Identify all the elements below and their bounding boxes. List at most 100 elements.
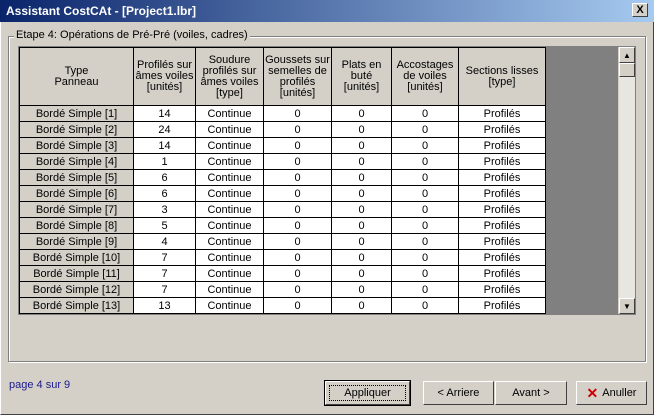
table-cell[interactable]: 0	[263, 121, 332, 138]
table-cell[interactable]: 0	[391, 153, 459, 170]
table-cell[interactable]: 24	[133, 121, 196, 138]
table-cell[interactable]: 0	[331, 185, 392, 202]
table-cell[interactable]: Continue	[195, 121, 264, 138]
table-cell[interactable]: 0	[331, 281, 392, 298]
table-cell[interactable]: 7	[133, 249, 196, 266]
table-row[interactable]: Bordé Simple [5] 6 Continue 0 0 0 Profilés	[19, 169, 546, 186]
table-cell[interactable]: 0	[391, 249, 459, 266]
table-cell[interactable]: 1	[133, 153, 196, 170]
scroll-thumb[interactable]	[619, 63, 635, 77]
table-cell[interactable]: Continue	[195, 201, 264, 218]
table-cell[interactable]: Profilés	[458, 249, 546, 266]
table-row[interactable]: Bordé Simple [12] 7 Continue 0 0 0 Profilés	[19, 281, 546, 298]
table-cell[interactable]: Profilés	[458, 265, 546, 282]
table-cell[interactable]: 0	[263, 281, 332, 298]
table-cell[interactable]: 0	[263, 201, 332, 218]
table-cell[interactable]: Continue	[195, 297, 264, 314]
table-cell[interactable]: 7	[133, 265, 196, 282]
table-cell[interactable]: 0	[263, 153, 332, 170]
table-cell[interactable]: Profilés	[458, 281, 546, 298]
table-cell[interactable]: 0	[391, 281, 459, 298]
table-cell[interactable]: 0	[331, 153, 392, 170]
table-cell[interactable]: 0	[263, 169, 332, 186]
table-cell[interactable]: 0	[331, 217, 392, 234]
table-cell[interactable]: Continue	[195, 153, 264, 170]
table-cell[interactable]: Profilés	[458, 105, 546, 122]
table-cell[interactable]: 13	[133, 297, 196, 314]
table-cell[interactable]: Profilés	[458, 297, 546, 314]
table-cell[interactable]: Profilés	[458, 153, 546, 170]
table-row[interactable]: Bordé Simple [10] 7 Continue 0 0 0 Profilés	[19, 249, 546, 266]
table-cell[interactable]: Continue	[195, 137, 264, 154]
table-cell[interactable]: 0	[263, 105, 332, 122]
table-cell[interactable]: Profilés	[458, 121, 546, 138]
table-cell[interactable]: Continue	[195, 169, 264, 186]
table-cell[interactable]: Continue	[195, 281, 264, 298]
table-cell[interactable]: 0	[331, 169, 392, 186]
table-cell[interactable]: Continue	[195, 217, 264, 234]
table-cell[interactable]: 0	[263, 217, 332, 234]
table-cell[interactable]: 0	[391, 137, 459, 154]
table-cell[interactable]: Profilés	[458, 169, 546, 186]
table-cell[interactable]: 3	[133, 201, 196, 218]
scroll-down-button[interactable]: ▼	[619, 298, 635, 314]
table-cell[interactable]: 5	[133, 217, 196, 234]
table-cell[interactable]: 0	[263, 297, 332, 314]
table-cell[interactable]: Profilés	[458, 233, 546, 250]
table-cell[interactable]: 0	[391, 121, 459, 138]
table-cell[interactable]: Profilés	[458, 217, 546, 234]
table-cell[interactable]: Continue	[195, 105, 264, 122]
table-cell[interactable]: 14	[133, 105, 196, 122]
scroll-up-button[interactable]: ▲	[619, 47, 635, 63]
table-row[interactable]: Bordé Simple [11] 7 Continue 0 0 0 Profilés	[19, 265, 546, 282]
table-row[interactable]: Bordé Simple [7] 3 Continue 0 0 0 Profilés	[19, 201, 546, 218]
table-cell[interactable]: 14	[133, 137, 196, 154]
table-cell[interactable]: 0	[263, 249, 332, 266]
table-cell[interactable]: 0	[391, 169, 459, 186]
table-cell[interactable]: 0	[331, 233, 392, 250]
table-cell[interactable]: 0	[331, 137, 392, 154]
table-cell[interactable]: 0	[263, 137, 332, 154]
table-row[interactable]: Bordé Simple [8] 5 Continue 0 0 0 Profilés	[19, 217, 546, 234]
table-cell[interactable]: 0	[331, 201, 392, 218]
table-row[interactable]: Bordé Simple [1] 14 Continue 0 0 0 Profilés	[19, 105, 546, 122]
table-cell[interactable]: Continue	[195, 185, 264, 202]
table-cell[interactable]: 0	[263, 265, 332, 282]
table-cell[interactable]: 0	[391, 217, 459, 234]
next-button[interactable]: Avant >	[495, 381, 567, 405]
table-cell[interactable]: Profilés	[458, 185, 546, 202]
table-cell[interactable]: 4	[133, 233, 196, 250]
table-row[interactable]: Bordé Simple [2] 24 Continue 0 0 0 Profilés	[19, 121, 546, 138]
table-cell[interactable]: 0	[263, 185, 332, 202]
table-row[interactable]: Bordé Simple [6] 6 Continue 0 0 0 Profilés	[19, 185, 546, 202]
close-button[interactable]: X	[632, 3, 648, 17]
table-cell[interactable]: 0	[391, 265, 459, 282]
table-cell[interactable]: 0	[263, 233, 332, 250]
table-cell[interactable]: 0	[331, 121, 392, 138]
table-cell[interactable]: 0	[331, 297, 392, 314]
table-cell[interactable]: 0	[391, 185, 459, 202]
table-cell[interactable]: 0	[331, 265, 392, 282]
table-cell[interactable]: Profilés	[458, 137, 546, 154]
table-cell[interactable]: Continue	[195, 233, 264, 250]
table-row[interactable]: Bordé Simple [3] 14 Continue 0 0 0 Profilés	[19, 137, 546, 154]
table-row[interactable]: Bordé Simple [4] 1 Continue 0 0 0 Profilés	[19, 153, 546, 170]
operations-grid[interactable]: Type Panneau Profilés sur âmes voiles [un…	[18, 46, 636, 315]
table-row[interactable]: Bordé Simple [9] 4 Continue 0 0 0 Profilés	[19, 233, 546, 250]
table-cell[interactable]: 0	[391, 297, 459, 314]
apply-button[interactable]: Appliquer	[324, 380, 411, 406]
table-cell[interactable]: 0	[391, 233, 459, 250]
table-cell[interactable]: 0	[331, 249, 392, 266]
table-cell[interactable]: 0	[391, 201, 459, 218]
table-cell[interactable]: 7	[133, 281, 196, 298]
table-cell[interactable]: Continue	[195, 265, 264, 282]
table-cell[interactable]: 0	[331, 105, 392, 122]
back-button[interactable]: < Arriere	[423, 381, 494, 405]
vertical-scrollbar[interactable]: ▲ ▼	[618, 47, 635, 314]
table-cell[interactable]: Continue	[195, 249, 264, 266]
table-cell[interactable]: 0	[391, 105, 459, 122]
cancel-button[interactable]: ✕ Anuller	[576, 381, 647, 405]
table-row[interactable]: Bordé Simple [13] 13 Continue 0 0 0 Profilés	[19, 297, 546, 314]
table-cell[interactable]: 6	[133, 169, 196, 186]
table-cell[interactable]: 6	[133, 185, 196, 202]
